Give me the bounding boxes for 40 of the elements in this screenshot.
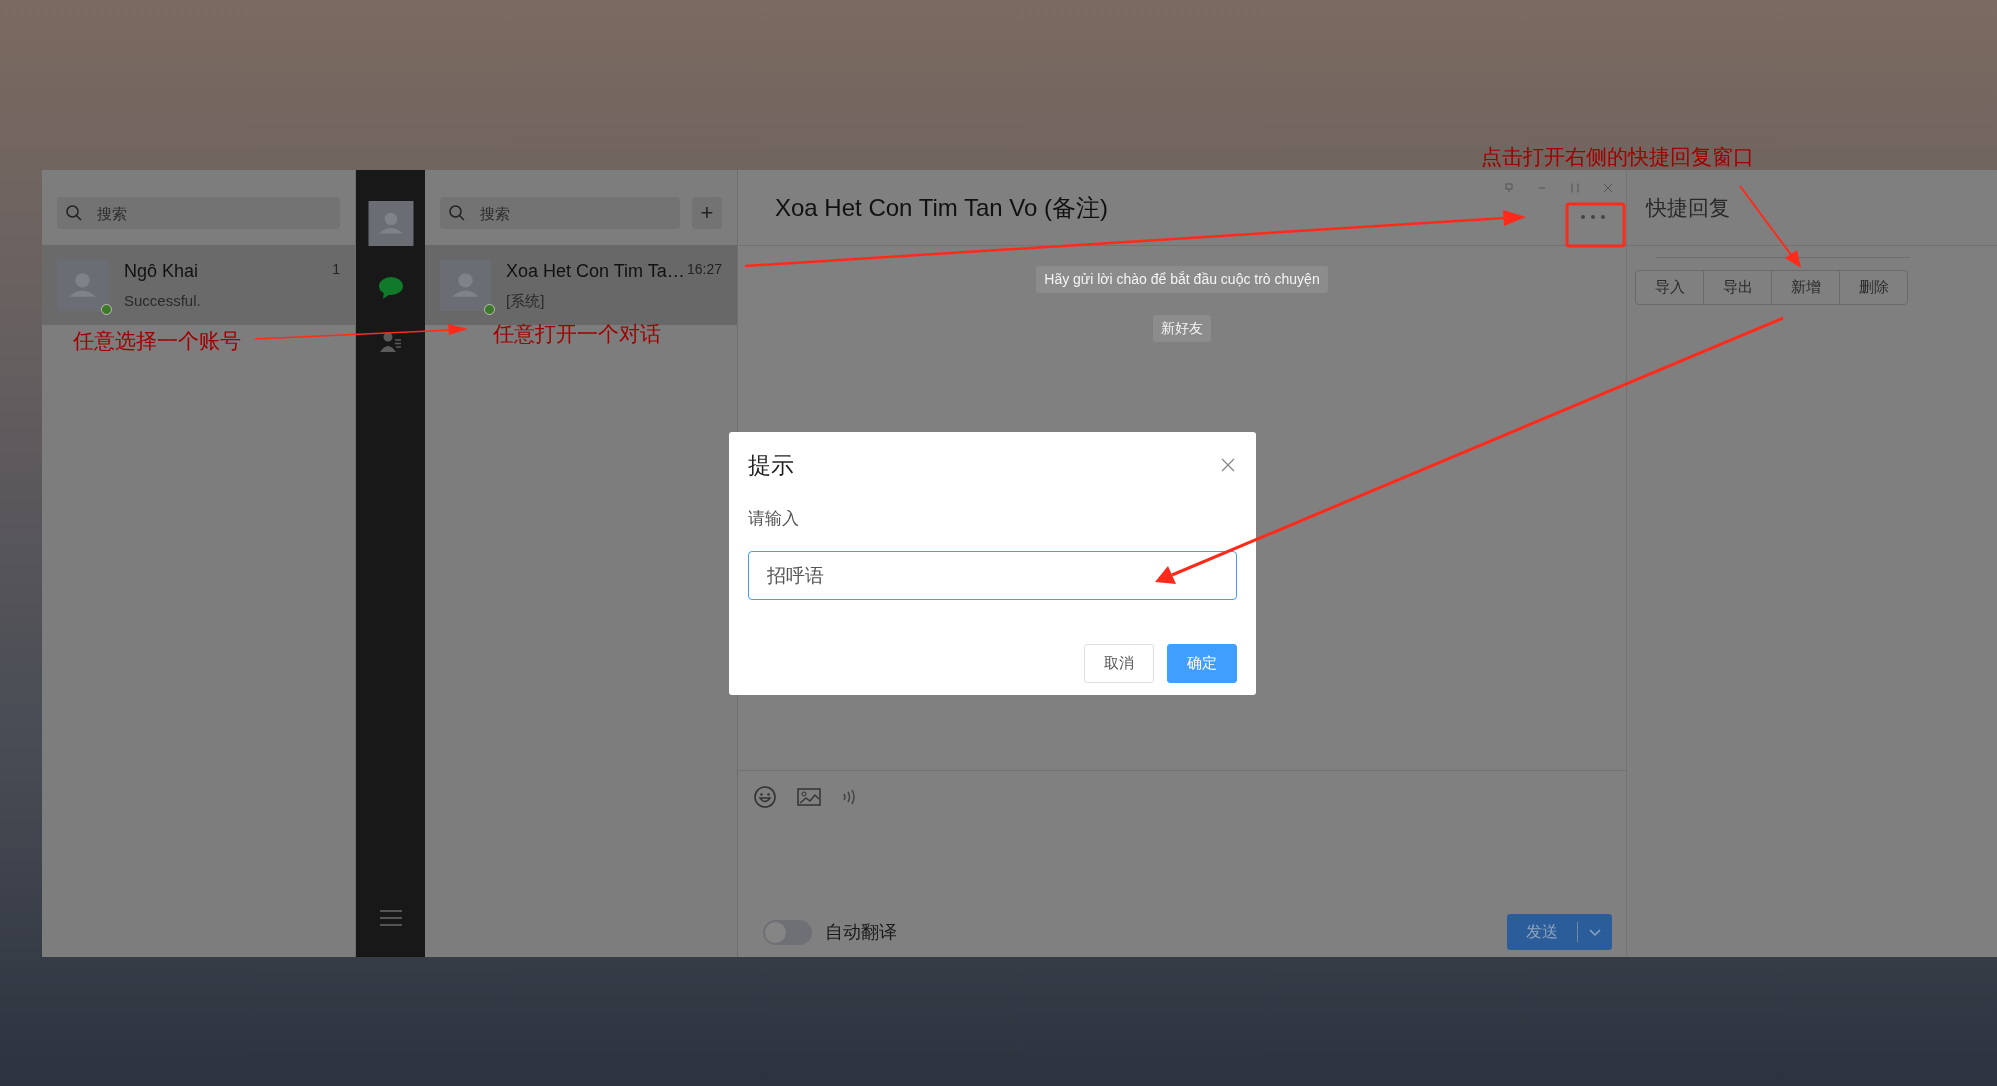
menu-icon[interactable] (378, 909, 403, 927)
quick-reply-button[interactable]: 导出 (1703, 270, 1772, 305)
search-field[interactable]: 搜索 (440, 197, 680, 229)
send-button[interactable]: 发送 (1507, 914, 1612, 950)
search-field[interactable]: 搜索 (57, 197, 340, 229)
message-time: 16:27 (686, 260, 722, 279)
annotation-text: 点击打开右侧的快捷回复窗口 (1481, 144, 1754, 170)
quick-reply-button[interactable]: 新增 (1771, 270, 1840, 305)
dialog-title: 提示 (748, 451, 794, 480)
close-icon[interactable] (1221, 458, 1235, 473)
annotation-text: 任意选择一个账号 (73, 328, 241, 354)
image-icon[interactable] (797, 787, 821, 807)
highlight-box (1565, 202, 1626, 248)
chat-title: Xoa Het Con Tim Tan Vo (备注) (775, 192, 1109, 223)
account-name: Ngô Khai (124, 259, 200, 283)
avatar-icon (440, 259, 491, 311)
search-icon (65, 204, 83, 222)
input-field[interactable]: 招呼语 (748, 551, 1237, 600)
unread-count: 1 (332, 260, 340, 279)
quick-reply-button[interactable]: 导入 (1635, 270, 1704, 305)
account-status: Successful. (124, 290, 202, 311)
message-preview: [系统] (506, 290, 546, 311)
avatar-icon[interactable] (367, 201, 414, 246)
field-label: 请输入 (748, 507, 800, 530)
emoji-icon[interactable] (753, 785, 777, 809)
more-icon[interactable] (1580, 213, 1606, 221)
conversation-item[interactable]: Xoa Het Con Tim Ta… [系统] 16:27 (425, 245, 737, 325)
system-notice: Hãy gửi lời chào để bắt đầu cuộc trò chuyện (1036, 266, 1328, 293)
avatar-icon (57, 259, 108, 311)
quick-reply-button[interactable]: 删除 (1839, 270, 1908, 305)
search-icon (448, 204, 466, 222)
toggle-label: 自动翻译 (825, 920, 897, 944)
account-item[interactable]: Ngô Khai Successful. 1 (42, 245, 355, 325)
conversation-name: Xoa Het Con Tim Ta… (506, 259, 686, 283)
panel-title: 快捷回复 (1646, 194, 1730, 221)
cancel-button[interactable]: 取消 (1084, 644, 1154, 683)
caret-icon[interactable] (1588, 927, 1602, 937)
system-notice: 新好友 (1153, 315, 1211, 342)
add-button[interactable]: + (692, 197, 722, 229)
confirm-button[interactable]: 确定 (1167, 644, 1237, 683)
